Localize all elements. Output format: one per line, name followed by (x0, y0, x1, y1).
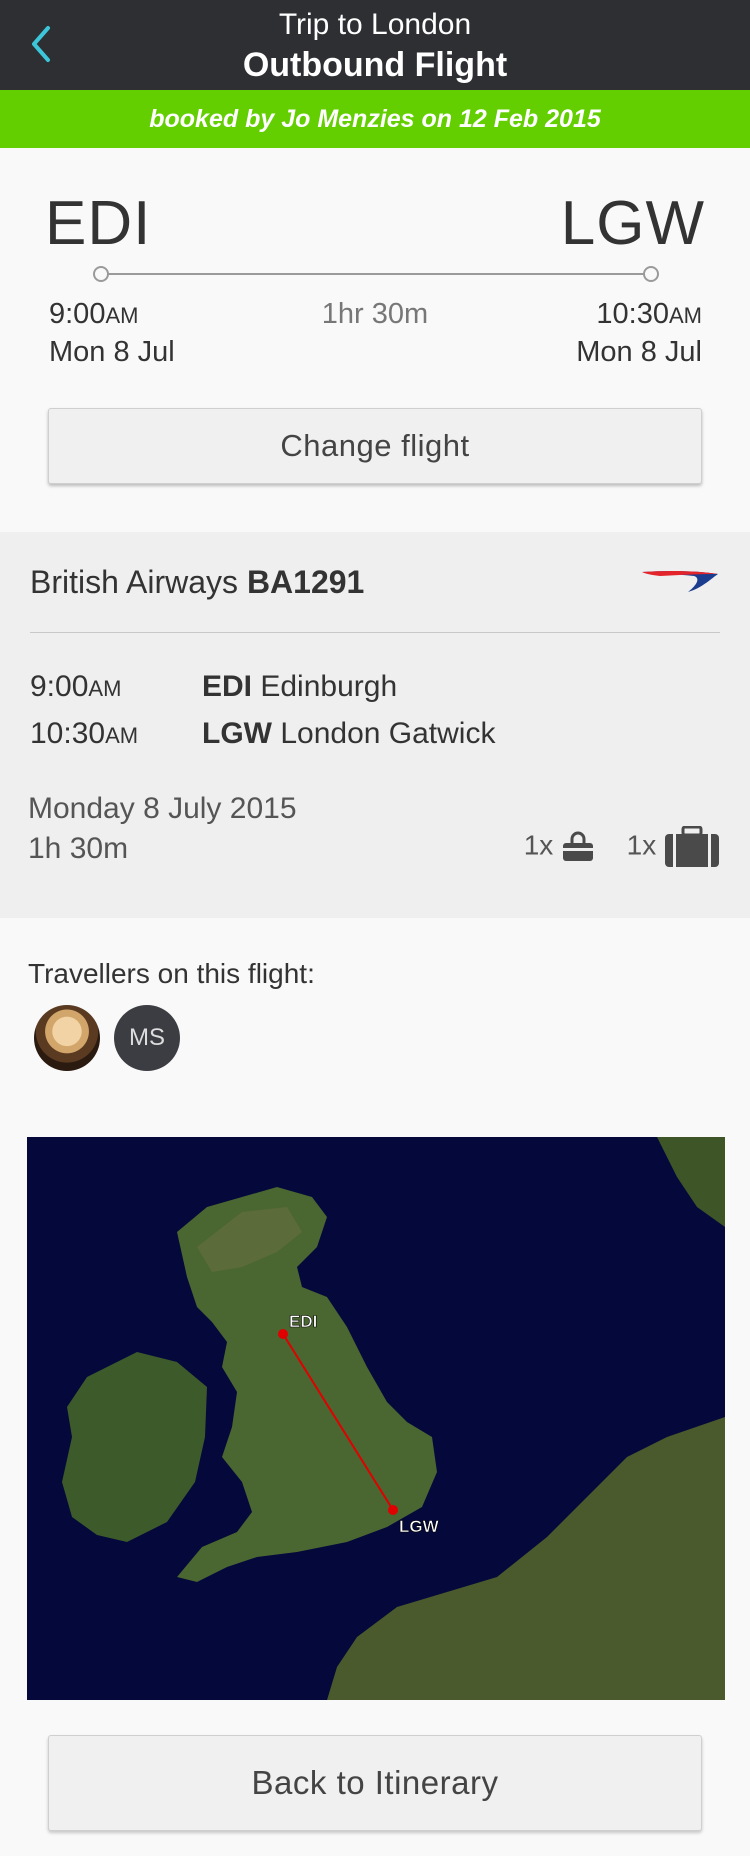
trip-title: Trip to London (278, 8, 472, 41)
baggage-allowance: 1x 1x (524, 826, 720, 868)
departure-date: Mon 8 Jul (49, 336, 175, 368)
change-flight-button[interactable]: Change flight (48, 408, 702, 484)
arrival-date: Mon 8 Jul (576, 336, 702, 368)
travellers-label: Travellers on this flight: (28, 958, 315, 989)
arrival-leg: 10:30AM LGW London Gatwick (30, 717, 496, 750)
hold-baggage-count: 1x (626, 829, 657, 861)
avatar[interactable] (34, 1005, 100, 1071)
arrival-time: 10:30AM (596, 298, 702, 330)
booked-by-banner: booked by Jo Menzies on 12 Feb 2015 (0, 90, 750, 148)
back-to-itinerary-button[interactable]: Back to Itinerary (48, 1735, 702, 1831)
airline-flight: British Airways BA1291 (30, 564, 365, 600)
departure-leg: 9:00AM EDI Edinburgh (30, 670, 398, 703)
origin-dot (93, 266, 109, 282)
avatar-initials[interactable]: MS (114, 1005, 180, 1071)
suitcase-icon (665, 826, 719, 867)
origin-marker (278, 1329, 288, 1339)
flight-full-date: Monday 8 July 2015 (28, 792, 297, 825)
british-airways-logo-icon (642, 570, 718, 592)
flight-details-card: British Airways BA1291 9:00AM EDI Edinbur… (0, 532, 750, 918)
app-header: Trip to London Outbound Flight (0, 0, 750, 90)
hand-bag-icon (563, 831, 594, 861)
route-line (100, 273, 650, 275)
flight-summary: EDI LGW 9:00AM Mon 8 Jul 1hr 30m 10:30AM… (0, 148, 750, 532)
map-origin-label: EDI (289, 1312, 317, 1331)
route-map[interactable]: EDI LGW (27, 1137, 725, 1700)
hand-baggage-count: 1x (523, 829, 554, 861)
origin-code: EDI (45, 189, 152, 258)
flight-duration-detail: 1h 30m (28, 832, 129, 865)
divider (30, 632, 720, 633)
destination-code: LGW (560, 189, 705, 258)
destination-dot (643, 266, 659, 282)
map-destination-label: LGW (399, 1517, 440, 1536)
destination-marker (388, 1505, 398, 1515)
page-title: Outbound Flight (242, 46, 508, 84)
